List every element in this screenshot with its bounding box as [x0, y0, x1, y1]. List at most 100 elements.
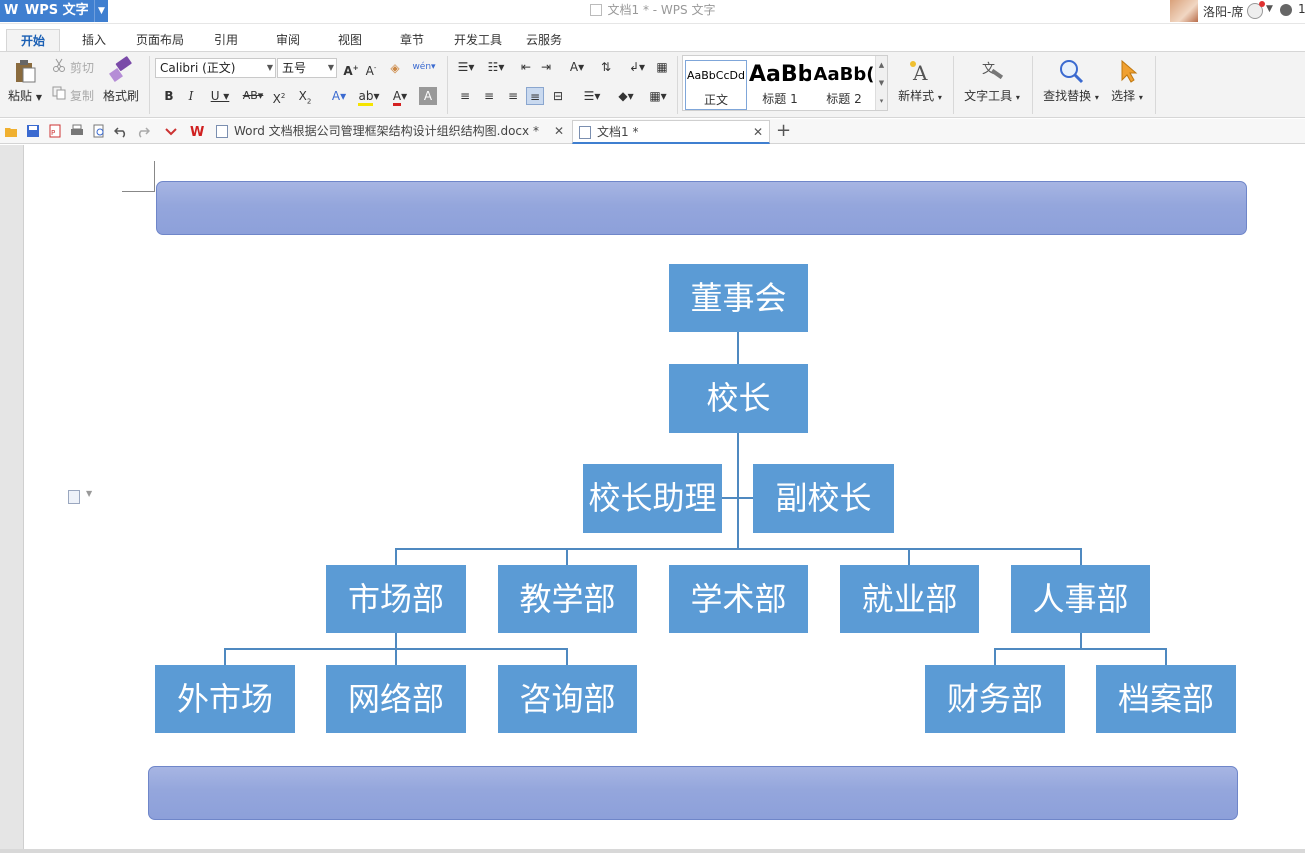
app-menu-button[interactable]: W WPS 文字 ▼: [0, 0, 108, 22]
svg-text:P: P: [51, 129, 55, 137]
print-icon[interactable]: [70, 124, 84, 138]
user-name[interactable]: 洛阳-席: [1203, 3, 1243, 20]
tab-cloud[interactable]: 云服务: [518, 29, 570, 51]
copy-icon[interactable]: [52, 86, 66, 100]
new-tab-button[interactable]: +: [776, 120, 791, 142]
scissors-icon[interactable]: [52, 58, 66, 72]
undo-icon[interactable]: [114, 124, 128, 138]
print-preview-icon[interactable]: [92, 124, 106, 138]
table-grid-icon[interactable]: ▦: [653, 58, 671, 76]
char-shading-icon[interactable]: A: [419, 87, 437, 105]
tab-developer[interactable]: 开发工具: [446, 29, 510, 51]
sort-icon[interactable]: ⇅: [597, 58, 615, 76]
close-icon[interactable]: ✕: [554, 120, 564, 142]
new-style-button[interactable]: A 新样式 ▾: [894, 58, 946, 104]
shrink-font-icon[interactable]: A-: [362, 59, 380, 78]
org-node-archive-dept[interactable]: 档案部: [1096, 665, 1236, 733]
line-spacing-icon[interactable]: ☰▾: [578, 87, 606, 105]
org-node-consulting-dept[interactable]: 咨询部: [498, 665, 637, 733]
org-node-employment-dept[interactable]: 就业部: [840, 565, 979, 633]
bullet-list-icon[interactable]: ☰▾: [453, 58, 479, 76]
style-gallery-scrollbar[interactable]: ▲ ▼ ▾: [875, 56, 887, 110]
tab-chapter[interactable]: 章节: [388, 29, 436, 51]
decrease-indent-icon[interactable]: ⇤: [517, 58, 535, 76]
font-color-icon[interactable]: A▾: [387, 87, 413, 106]
tab-home[interactable]: 开始: [6, 29, 60, 51]
org-node-network-dept[interactable]: 网络部: [326, 665, 466, 733]
svg-text:W: W: [190, 125, 204, 138]
phonetic-guide-icon[interactable]: wén▾: [410, 58, 438, 76]
user-area[interactable]: 洛阳-席 ▼: [1170, 0, 1305, 22]
borders-icon[interactable]: ▦▾: [644, 87, 672, 105]
subscript-icon[interactable]: X2: [296, 87, 314, 105]
style-heading-1[interactable]: AaBb 标题 1: [749, 60, 811, 110]
distribute-icon[interactable]: ⊟: [549, 87, 567, 105]
header-banner-shape[interactable]: [156, 181, 1247, 235]
org-node-assistant-principal[interactable]: 校长助理: [583, 464, 722, 533]
save-icon[interactable]: [26, 124, 40, 138]
text-effect-icon[interactable]: A▾: [326, 87, 352, 105]
select-button[interactable]: 选择 ▾: [1106, 58, 1148, 104]
org-node-market-dept[interactable]: 市场部: [326, 565, 466, 633]
numbered-list-icon[interactable]: ☷▾: [483, 58, 509, 76]
open-folder-icon[interactable]: [4, 124, 18, 138]
margin-corner-mark: [154, 161, 155, 192]
doc-tab-doc1[interactable]: 文档1 * ✕: [572, 120, 770, 144]
font-size-select[interactable]: 五号 ▼: [277, 58, 337, 78]
underline-icon[interactable]: U ▾: [206, 87, 234, 105]
chevron-down-icon[interactable]: ▼: [94, 0, 108, 22]
tab-insert[interactable]: 插入: [70, 29, 118, 51]
align-left-icon[interactable]: ≡: [456, 87, 474, 105]
copy-button[interactable]: 复制: [70, 87, 94, 104]
align-center-icon[interactable]: ≡: [480, 87, 498, 105]
org-node-external-market[interactable]: 外市场: [155, 665, 295, 733]
org-node-vice-principal[interactable]: 副校长: [753, 464, 894, 533]
customize-toolbar-icon[interactable]: [164, 124, 178, 138]
org-node-principal[interactable]: 校长: [669, 364, 808, 433]
close-icon[interactable]: ✕: [753, 121, 763, 143]
paragraph-mark-icon[interactable]: ↲▾: [625, 58, 649, 76]
org-node-hr-dept[interactable]: 人事部: [1011, 565, 1150, 633]
member-badge-icon[interactable]: [1247, 1, 1265, 19]
style-normal[interactable]: AaBbCcDd 正文: [685, 60, 747, 110]
tab-view[interactable]: 视图: [326, 29, 374, 51]
strikethrough-icon[interactable]: AB▾: [238, 87, 268, 105]
paragraph-shading-icon[interactable]: ◆▾: [612, 87, 640, 105]
paste-button[interactable]: 粘贴 ▼: [6, 58, 44, 104]
tab-review[interactable]: 审阅: [264, 29, 312, 51]
org-node-academic-dept[interactable]: 学术部: [669, 565, 808, 633]
find-replace-button[interactable]: 查找替换 ▾: [1040, 58, 1102, 104]
tab-references[interactable]: 引用: [202, 29, 250, 51]
italic-icon[interactable]: I: [182, 87, 200, 105]
page-navigation-icon[interactable]: [68, 490, 80, 504]
wps-w-icon[interactable]: W: [190, 124, 208, 138]
cut-button[interactable]: 剪切: [70, 59, 94, 76]
org-node-teaching-dept[interactable]: 教学部: [498, 565, 637, 633]
text-tools-button[interactable]: 文 文字工具 ▾: [960, 58, 1024, 104]
highlight-icon[interactable]: ab▾: [355, 87, 383, 106]
tab-page-layout[interactable]: 页面布局: [128, 29, 192, 51]
doc-tab-org-chart[interactable]: Word 文档根据公司管理框架结构设计组织结构图.docx * ✕: [210, 120, 570, 144]
superscript-icon[interactable]: X2: [270, 87, 288, 106]
grow-font-icon[interactable]: A+: [342, 59, 360, 78]
font-name-select[interactable]: Calibri (正文) ▼: [155, 58, 276, 78]
magnifier-icon: [1060, 60, 1084, 84]
style-heading-2[interactable]: AaBb( 标题 2: [813, 60, 875, 110]
bold-icon[interactable]: B: [160, 87, 178, 105]
document-area: ▼ 董事会 校长 校长助理 副校长 市场部 教学部 学术部 就业部 人事部 外市…: [0, 145, 1305, 853]
redo-icon[interactable]: [136, 124, 150, 138]
avatar[interactable]: [1170, 0, 1198, 22]
clear-format-icon[interactable]: ◈: [386, 59, 404, 77]
change-case-icon[interactable]: A▾: [563, 58, 591, 76]
chevron-down-icon[interactable]: ▼: [86, 489, 92, 498]
help-icon[interactable]: [1280, 4, 1292, 16]
justify-icon[interactable]: ≡: [526, 87, 544, 105]
chevron-down-icon[interactable]: ▼: [1266, 4, 1273, 14]
org-node-board[interactable]: 董事会: [669, 264, 808, 332]
align-right-icon[interactable]: ≡: [504, 87, 522, 105]
increase-indent-icon[interactable]: ⇥: [537, 58, 555, 76]
format-painter-button[interactable]: 格式刷: [102, 56, 140, 104]
export-pdf-icon[interactable]: P: [48, 124, 62, 138]
org-node-finance-dept[interactable]: 财务部: [925, 665, 1065, 733]
footer-banner-shape[interactable]: [148, 766, 1238, 820]
